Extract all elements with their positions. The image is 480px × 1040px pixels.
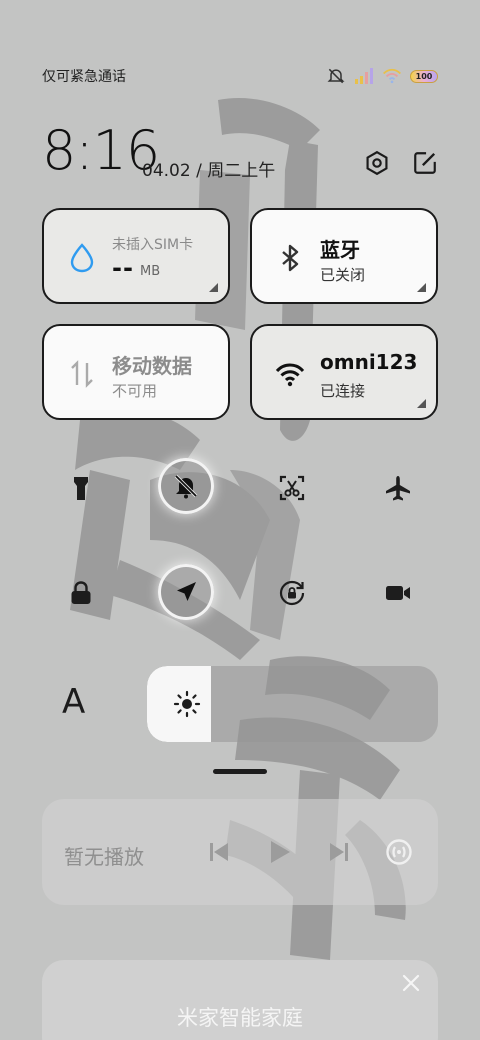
airplane-icon: [386, 476, 410, 501]
battery-level: 100: [415, 71, 433, 81]
rotation-lock-toggle[interactable]: [264, 565, 320, 621]
silent-icon: [327, 68, 345, 84]
flashlight-icon: [74, 477, 88, 500]
data-usage-unit: MB: [140, 264, 161, 279]
status-icons: 100: [326, 66, 438, 86]
screenshot-icon: [279, 475, 305, 501]
screen-record-toggle[interactable]: [370, 565, 426, 621]
play-icon[interactable]: [264, 837, 294, 867]
date[interactable]: 04.02 / 周二上午: [142, 156, 275, 181]
close-icon[interactable]: [400, 972, 422, 994]
wifi-status: 已连接: [320, 382, 366, 400]
mobile-data-tile[interactable]: 移动数据 不可用: [42, 324, 230, 420]
battery-icon: 100: [410, 69, 438, 83]
bluetooth-status: 已关闭: [320, 266, 366, 284]
header: 8:16 04.02 / 周二上午: [42, 120, 438, 182]
font-size-button[interactable]: A: [62, 682, 85, 722]
media-status-text: 暂无播放: [64, 845, 144, 869]
bluetooth-tile[interactable]: 蓝牙 已关闭: [250, 208, 438, 304]
sim-status-label: 未插入SIM卡: [112, 237, 194, 253]
data-arrows-icon: [71, 360, 93, 388]
expand-corner: [209, 283, 218, 292]
smart-home-title: 米家智能家庭: [177, 1006, 303, 1030]
location-toggle[interactable]: [158, 564, 214, 620]
lock-icon: [71, 581, 91, 604]
rotation-lock-icon: [279, 580, 305, 606]
water-drop-icon: [70, 243, 94, 273]
previous-icon[interactable]: [204, 837, 234, 867]
lock-screen-toggle[interactable]: [53, 565, 109, 621]
smart-home-card[interactable]: 米家智能家庭: [42, 960, 438, 1040]
airplane-toggle[interactable]: [370, 460, 426, 516]
wifi-icon: [275, 363, 305, 387]
brightness-slider[interactable]: [147, 666, 438, 742]
flashlight-toggle[interactable]: [53, 460, 109, 516]
bluetooth-icon: [282, 244, 299, 272]
wifi-tile[interactable]: omni123 已连接: [250, 324, 438, 420]
audio-output-icon[interactable]: [384, 837, 414, 867]
expand-corner: [417, 399, 426, 408]
screenshot-toggle[interactable]: [264, 460, 320, 516]
wifi-icon: [383, 68, 401, 84]
settings-icon[interactable]: [364, 150, 390, 176]
panel-drag-handle[interactable]: [213, 769, 267, 774]
next-icon[interactable]: [324, 837, 354, 867]
mute-toggle[interactable]: [158, 458, 214, 514]
mobile-data-status: 不可用: [112, 382, 158, 400]
location-icon: [177, 582, 196, 601]
mobile-data-title: 移动数据: [112, 354, 192, 378]
data-usage-tile[interactable]: 未插入SIM卡 -- MB: [42, 208, 230, 304]
signal-icon: [355, 68, 373, 84]
edit-icon[interactable]: [412, 150, 438, 176]
wifi-network-name: omni123: [320, 350, 418, 374]
sun-icon: [173, 690, 201, 718]
carrier-text: 仅可紧急通话: [42, 69, 126, 85]
expand-corner: [417, 283, 426, 292]
bell-off-icon: [174, 474, 198, 499]
video-icon: [386, 586, 410, 600]
bluetooth-title: 蓝牙: [320, 238, 360, 262]
media-player-card[interactable]: 暂无播放: [42, 799, 438, 905]
status-bar: 仅可紧急通话 100: [42, 62, 438, 90]
data-usage-value: --: [112, 254, 134, 282]
